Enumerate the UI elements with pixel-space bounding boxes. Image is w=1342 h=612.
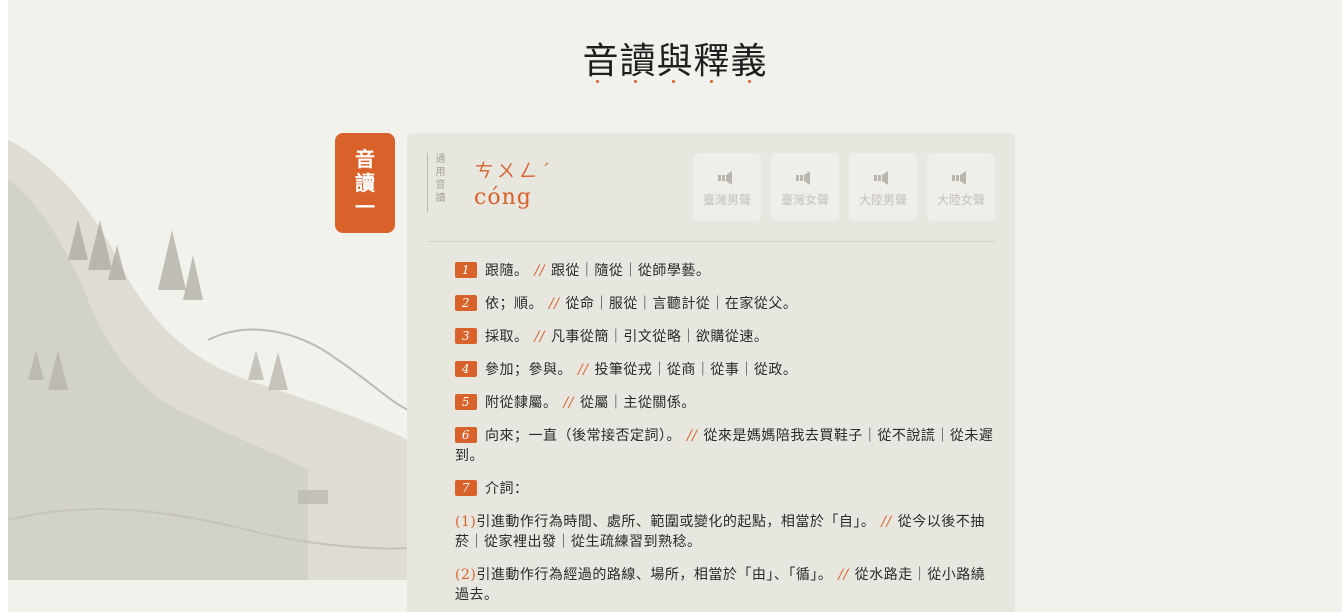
definition-meaning: 附從隸屬。 [485, 395, 558, 411]
definition-number: 6 [455, 427, 477, 443]
example-separator: // [563, 395, 574, 411]
definition-item: 3 採取。 // 凡事從簡｜引文從略｜欲購從速。 [455, 327, 995, 347]
audio-button-label: 大陸男聲 [858, 193, 907, 207]
definition-meaning: 介詞： [485, 481, 529, 497]
definition-item: 1 跟隨。 // 跟從｜隨從｜從師學藝。 [455, 261, 995, 281]
definition-number: 2 [455, 295, 477, 311]
pronunciation-tab[interactable]: 音 讀 一 [335, 133, 395, 233]
definition-number: 4 [455, 361, 477, 377]
audio-button-label: 臺灣女聲 [780, 193, 829, 207]
tab-char: 一 [355, 195, 375, 219]
audio-button-label: 臺灣男聲 [702, 193, 751, 207]
sub-definition-number: (2) [455, 567, 477, 583]
definition-list: 1 跟隨。 // 跟從｜隨從｜從師學藝。 2 依；順。 // 從命｜服從｜言聽計從｜在家從父… [455, 261, 995, 612]
definition-number: 5 [455, 394, 477, 410]
sub-definition-item: (2)引進動作行為經過的路線、場所，相當於「由」、「循」。//從水路走｜從小路繞… [455, 565, 995, 605]
audio-button-tw-male[interactable]: 臺灣男聲 [693, 153, 761, 221]
audio-button-tw-female[interactable]: 臺灣女聲 [771, 153, 839, 221]
definition-examples: 凡事從簡｜引文從略｜欲購從速。 [550, 329, 769, 345]
audio-button-cn-male[interactable]: 大陸男聲 [849, 153, 917, 221]
definition-item: 5 附從隸屬。 // 從屬｜主從關係。 [455, 393, 995, 413]
example-separator: // [534, 329, 545, 345]
definition-item: 6 向來；一直（後常接否定詞）。//從來是媽媽陪我去買鞋子｜從不說謊｜從未遲到。 [455, 426, 995, 466]
example-separator: // [534, 263, 545, 279]
zhuyin-text: ㄘㄨㄥˊ [475, 161, 554, 182]
definition-meaning: 依；順。 [485, 296, 543, 312]
definition-item: 4 參加；參與。 // 投筆從戎｜從商｜從事｜從政。 [455, 360, 995, 380]
pinyin-text: cóng [474, 185, 532, 210]
definition-meaning: 採取。 [485, 329, 529, 345]
example-separator: // [881, 514, 892, 530]
title-decoration [592, 80, 762, 86]
definition-number: 1 [455, 262, 477, 278]
definition-examples: 從命｜服從｜言聽計從｜在家從父。 [565, 296, 798, 312]
speaker-icon [952, 171, 966, 185]
definition-examples: 跟從｜隨從｜從師學藝。 [550, 263, 711, 279]
definition-examples: 投筆從戎｜從商｜從事｜從政。 [594, 362, 798, 378]
definition-number: 7 [455, 480, 477, 496]
example-separator: // [578, 362, 589, 378]
speaker-icon [796, 171, 810, 185]
sub-definition-number: (1) [455, 514, 477, 530]
definition-meaning: 參加；參與。 [485, 362, 572, 378]
page: 音讀與釋義 音 讀 一 通 用 音 讀 ㄘㄨㄥˊ cóng 臺灣男聲 臺灣女聲 [8, 0, 1342, 612]
sub-definition-meaning: 引進動作行為經過的路線、場所，相當於「由」、「循」。 [476, 567, 833, 583]
audio-button-label: 大陸女聲 [936, 193, 985, 207]
definition-meaning: 跟隨。 [485, 263, 529, 279]
divider [427, 241, 995, 242]
sub-definition-meaning: 引進動作行為時間、處所、範圍或變化的起點，相當於「自」。 [476, 514, 876, 530]
audio-button-cn-female[interactable]: 大陸女聲 [927, 153, 995, 221]
definition-number: 3 [455, 328, 477, 344]
definition-meaning: 向來；一直（後常接否定詞）。 [485, 428, 681, 444]
definition-card: 通 用 音 讀 ㄘㄨㄥˊ cóng 臺灣男聲 臺灣女聲 大陸男聲 大陸女聲 1跟… [407, 133, 1015, 612]
definition-item: 2 依；順。 // 從命｜服從｜言聽計從｜在家從父。 [455, 294, 995, 314]
speaker-icon [874, 171, 888, 185]
example-separator: // [549, 296, 560, 312]
tab-char: 讀 [355, 171, 375, 195]
example-separator: // [687, 428, 698, 444]
pronunciation-label: 通 用 音 讀 [427, 153, 449, 213]
definition-examples: 從屬｜主從關係。 [579, 395, 696, 411]
speaker-icon [718, 171, 732, 185]
example-separator: // [838, 567, 849, 583]
definition-item: 7 介詞： [455, 479, 995, 499]
sub-definition-item: (1)引進動作行為時間、處所、範圍或變化的起點，相當於「自」。//從今以後不抽菸… [455, 512, 995, 552]
page-title: 音讀與釋義 [582, 41, 768, 82]
tab-char: 音 [355, 147, 375, 171]
